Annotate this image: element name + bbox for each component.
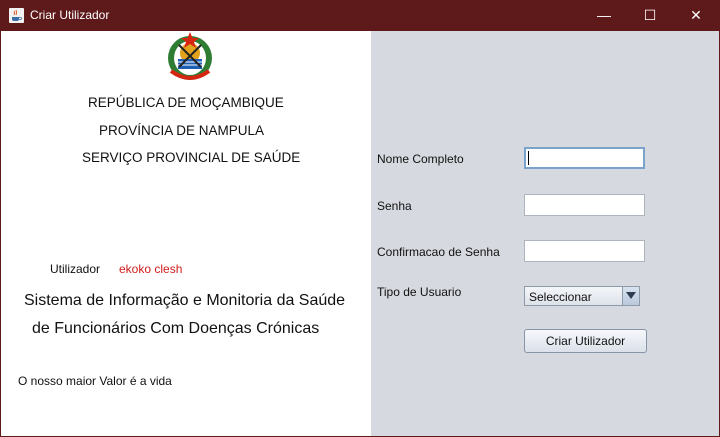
confirm-password-label: Confirmacao de Senha <box>377 245 500 259</box>
full-name-input[interactable] <box>524 147 645 169</box>
maximize-button[interactable]: ☐ <box>627 0 673 31</box>
user-type-selected-value: Seleccionar <box>529 290 592 304</box>
header-service: SERVIÇO PROVINCIAL DE SAÚDE <box>82 150 301 165</box>
maximize-icon: ☐ <box>643 7 657 23</box>
password-input[interactable] <box>524 194 645 216</box>
form-panel <box>371 31 719 436</box>
password-label: Senha <box>377 199 412 213</box>
app-window: Criar Utilizador — ☐ ✕ REPÚBLICA DE MOÇA… <box>0 0 720 437</box>
text-caret <box>528 151 529 165</box>
window-title: Criar Utilizador <box>30 8 110 22</box>
header-province: PROVÍNCIA DE NAMPULA <box>99 123 265 138</box>
create-user-button[interactable]: Criar Utilizador <box>524 329 647 353</box>
system-title-line2: de Funcionários Com Doenças Crónicas <box>32 320 320 337</box>
user-type-select[interactable]: Seleccionar <box>524 286 640 306</box>
user-type-label: Tipo de Usuario <box>377 285 462 299</box>
header-country: REPÚBLICA DE MOÇAMBIQUE <box>88 95 284 110</box>
minimize-icon: — <box>597 7 611 23</box>
minimize-button[interactable]: — <box>581 0 627 31</box>
system-title-line1: Sistema de Informação e Monitoria da Saú… <box>24 292 346 309</box>
dropdown-button[interactable] <box>622 287 639 305</box>
motto-text: O nosso maior Valor é a vida <box>18 374 172 388</box>
chevron-down-icon <box>626 292 636 299</box>
user-name-value: ekoko clesh <box>119 262 183 276</box>
close-icon: ✕ <box>690 7 702 23</box>
confirm-password-input[interactable] <box>524 240 645 262</box>
close-button[interactable]: ✕ <box>673 0 719 31</box>
full-name-label: Nome Completo <box>377 152 464 166</box>
java-cup-icon <box>9 8 24 23</box>
user-label: Utilizador <box>50 262 101 276</box>
title-bar[interactable]: Criar Utilizador — ☐ ✕ <box>0 0 720 31</box>
mozambique-coat-of-arms-icon <box>168 32 212 80</box>
